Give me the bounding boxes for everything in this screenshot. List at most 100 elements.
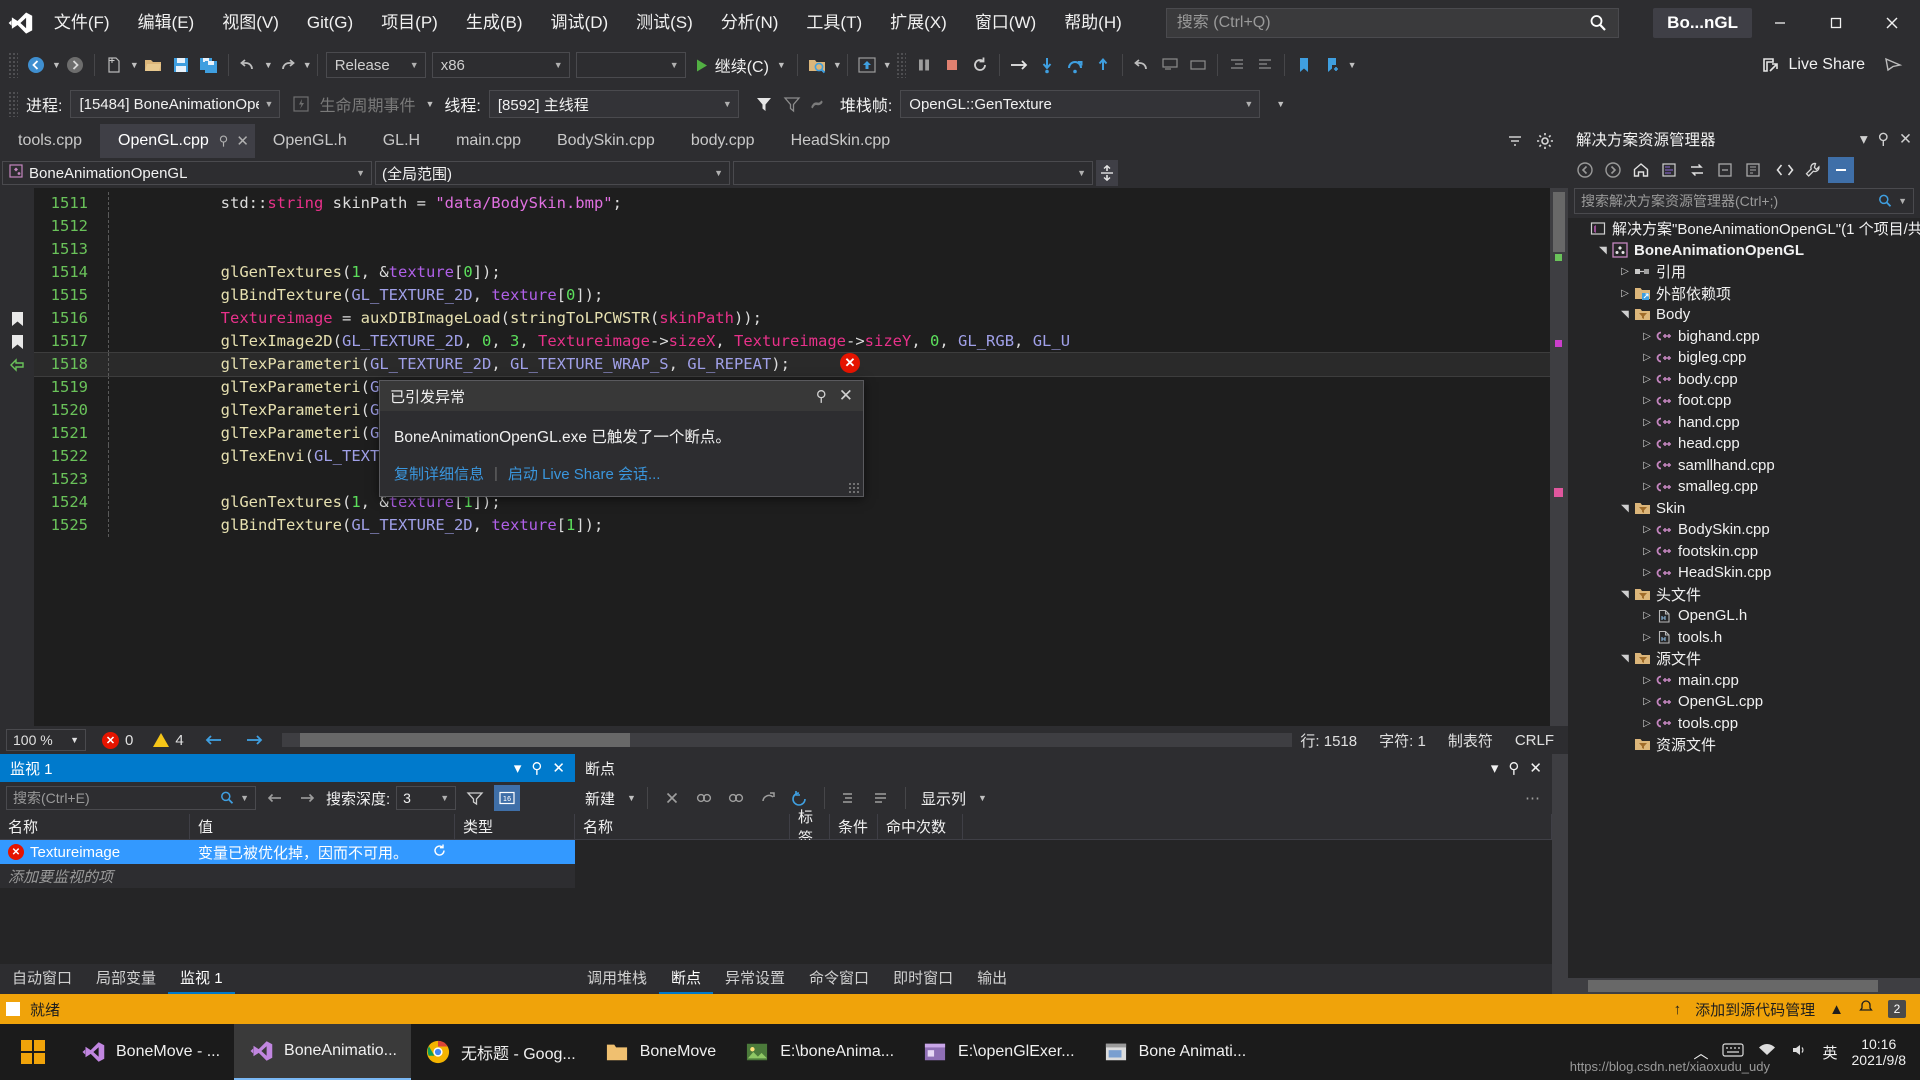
step-out-icon[interactable]	[1090, 51, 1116, 79]
menu-view[interactable]: 视图(V)	[208, 0, 293, 46]
ime-indicator[interactable]: 英	[1822, 1042, 1837, 1063]
step-into-icon[interactable]	[1034, 51, 1060, 79]
glyph-margin-slot[interactable]	[0, 422, 34, 445]
redo-dropdown-icon[interactable]: ▼	[303, 60, 312, 70]
navigate-forward-icon[interactable]	[62, 51, 88, 79]
refresh-icon[interactable]	[432, 843, 447, 862]
error-circle-icon[interactable]: ✕	[840, 353, 860, 373]
uncomment-icon[interactable]	[1185, 51, 1211, 79]
undo-icon[interactable]	[235, 51, 261, 79]
tab-command-window[interactable]: 命令窗口	[797, 964, 881, 994]
live-share-button[interactable]: Live Share	[1747, 51, 1880, 79]
chevron-collapsed-icon[interactable]: ▷	[1640, 395, 1654, 406]
taskbar-clock[interactable]: 10:16 2021/9/8	[1852, 1036, 1907, 1068]
hot-reload-dropdown-icon[interactable]: ▼	[883, 60, 892, 70]
tree-item[interactable]: ▷ samllhand.cpp	[1568, 455, 1920, 477]
close-icon[interactable]: ✕	[1899, 130, 1912, 149]
close-button[interactable]	[1864, 0, 1920, 46]
watch-next-button[interactable]	[294, 785, 320, 811]
menu-test[interactable]: 测试(S)	[622, 0, 707, 46]
menu-debug[interactable]: 调试(D)	[537, 0, 623, 46]
code-line[interactable]: 1525 glBindTexture(GL_TEXTURE_2D, textur…	[34, 514, 1550, 537]
tab-opengl-h[interactable]: OpenGL.h	[255, 124, 365, 158]
chevron-down-icon[interactable]: ▼	[1898, 196, 1907, 206]
watch-filter-button[interactable]	[462, 785, 488, 811]
back-dropdown-icon[interactable]: ▼	[52, 60, 61, 70]
bp-column-hitcount[interactable]: 命中次数	[878, 813, 963, 840]
pin-icon[interactable]: ⚲	[1508, 759, 1519, 777]
watch-prev-button[interactable]	[262, 785, 288, 811]
code-line[interactable]: 1513	[34, 238, 1550, 261]
chevron-collapsed-icon[interactable]: ▷	[1640, 524, 1654, 535]
nav-member-combo[interactable]: (全局范围) ▼	[375, 161, 730, 185]
platform-combo[interactable]: x86 ▼	[431, 52, 570, 78]
collapse-all-icon[interactable]	[1740, 157, 1766, 183]
filter-clear-icon[interactable]	[779, 90, 805, 118]
lifecycle-dropdown-icon[interactable]: ▼	[425, 99, 434, 109]
glyph-margin-slot[interactable]	[0, 468, 34, 491]
code-surface[interactable]: 1511 std::string skinPath = "data/BodySk…	[0, 188, 1568, 726]
tree-item[interactable]: ▷ footskin.cpp	[1568, 541, 1920, 563]
exception-popup[interactable]: 已引发异常 ⚲ ✕ BoneAnimationOpenGL.exe 已触发了一个…	[379, 380, 864, 497]
wrench-icon[interactable]	[1800, 157, 1826, 183]
breakpoints-overflow-icon[interactable]: ⋯	[1525, 789, 1546, 807]
pin-icon[interactable]: ⚲	[816, 387, 827, 405]
step-over-icon[interactable]	[1062, 51, 1088, 79]
goto-source-button[interactable]	[836, 785, 862, 811]
new-file-icon[interactable]	[101, 51, 127, 79]
watch-column-type[interactable]: 类型	[455, 813, 575, 840]
current-statement-glyph-icon[interactable]	[0, 353, 34, 376]
menu-project[interactable]: 项目(P)	[367, 0, 452, 46]
glyph-margin-slot[interactable]	[0, 192, 34, 215]
tree-item[interactable]: ▷ 外部依赖项	[1568, 283, 1920, 305]
toolbar-grip[interactable]	[8, 52, 18, 78]
tree-item[interactable]: ◢ BoneAnimationOpenGL	[1568, 240, 1920, 262]
toolbar-grip-2[interactable]	[895, 52, 906, 78]
tree-item[interactable]: 解决方案"BoneAnimationOpenGL"(1 个项目/共	[1568, 218, 1920, 240]
prev-issue-button[interactable]	[204, 732, 224, 748]
chevron-collapsed-icon[interactable]: ▷	[1640, 374, 1654, 385]
tab-autos[interactable]: 自动窗口	[0, 964, 84, 994]
solution-tree[interactable]: 解决方案"BoneAnimationOpenGL"(1 个项目/共 ◢ BoneAn…	[1568, 218, 1920, 978]
taskbar-app-bonemove-vs[interactable]: BoneMove - ...	[66, 1024, 234, 1080]
menu-tools[interactable]: 工具(T)	[792, 0, 876, 46]
chevron-up-icon[interactable]: ▲	[1829, 1001, 1844, 1018]
search-depth-combo[interactable]: 3 ▼	[396, 786, 457, 810]
nav-extra-combo[interactable]: ▼	[733, 161, 1093, 185]
glyph-margin-slot[interactable]	[0, 376, 34, 399]
tab-gl-h[interactable]: GL.H	[365, 124, 438, 158]
chevron-expanded-icon[interactable]: ◢	[1598, 243, 1609, 257]
forward-icon[interactable]	[1600, 157, 1626, 183]
process-combo[interactable]: [15484] BoneAnimationOpenGl ▼	[70, 90, 281, 118]
watch-hex-button[interactable]: 16	[494, 785, 521, 811]
glyph-margin-slot[interactable]	[0, 491, 34, 514]
continue-button[interactable]: 继续(C) ▼	[689, 51, 792, 79]
chevron-down-icon[interactable]: ▼	[240, 793, 249, 803]
close-icon[interactable]: ✕	[552, 759, 565, 777]
tab-body-cpp[interactable]: body.cpp	[673, 124, 773, 158]
tree-item[interactable]: ◢ Skin	[1568, 498, 1920, 520]
chevron-expanded-icon[interactable]: ◢	[1620, 501, 1631, 515]
open-folder-icon[interactable]	[140, 51, 166, 79]
undo-history-icon[interactable]	[1129, 51, 1155, 79]
menu-analyze[interactable]: 分析(N)	[707, 0, 793, 46]
menu-git[interactable]: Git(G)	[293, 0, 367, 46]
glyph-margin-slot[interactable]	[0, 514, 34, 537]
code-line[interactable]: 1518 glTexParameteri(GL_TEXTURE_2D, GL_T…	[34, 352, 1550, 377]
tree-item[interactable]: ▷ hand.cpp	[1568, 412, 1920, 434]
table-row[interactable]: ✕ Textureimage 变量已被优化掉，因而不可用。	[0, 840, 575, 864]
windows-start-icon[interactable]	[0, 1024, 66, 1080]
chevron-collapsed-icon[interactable]: ▷	[1640, 352, 1654, 363]
lifecycle-events-icon[interactable]	[288, 90, 314, 118]
debugbar-overflow-icon[interactable]: ▼	[1276, 99, 1285, 109]
back-icon[interactable]	[1572, 157, 1598, 183]
menu-edit[interactable]: 编辑(E)	[124, 0, 209, 46]
taskbar-app-chrome[interactable]: 无标题 - Goog...	[411, 1024, 590, 1080]
extra-combo[interactable]: ▼	[575, 52, 686, 78]
breakpoints-grid-body[interactable]	[575, 840, 1552, 964]
code-view-icon[interactable]	[1772, 157, 1798, 183]
watch-column-name[interactable]: 名称	[0, 813, 190, 840]
solution-explorer-hscroll[interactable]	[1568, 978, 1920, 994]
comment-icon[interactable]	[1157, 51, 1183, 79]
menu-build[interactable]: 生成(B)	[452, 0, 537, 46]
